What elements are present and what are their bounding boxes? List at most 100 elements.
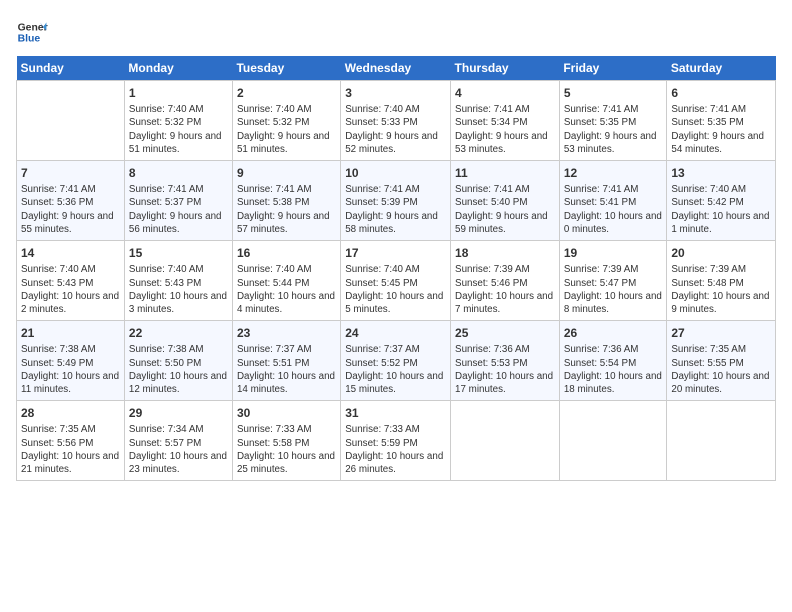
day-info: Sunrise: 7:41 AMSunset: 5:34 PMDaylight:… <box>455 103 555 156</box>
calendar-cell <box>559 401 667 481</box>
logo: General Blue <box>16 16 48 48</box>
calendar-cell: 26 Sunrise: 7:36 AMSunset: 5:54 PMDaylig… <box>559 321 667 401</box>
svg-text:General: General <box>18 22 48 33</box>
calendar-cell: 8 Sunrise: 7:41 AMSunset: 5:37 PMDayligh… <box>124 161 232 241</box>
calendar-cell: 6 Sunrise: 7:41 AMSunset: 5:35 PMDayligh… <box>667 81 776 161</box>
calendar-cell <box>17 81 125 161</box>
day-number: 19 <box>564 245 663 261</box>
calendar-cell: 7 Sunrise: 7:41 AMSunset: 5:36 PMDayligh… <box>17 161 125 241</box>
svg-text:Blue: Blue <box>18 34 41 45</box>
day-info: Sunrise: 7:36 AMSunset: 5:53 PMDaylight:… <box>455 343 555 396</box>
calendar-cell: 17 Sunrise: 7:40 AMSunset: 5:45 PMDaylig… <box>341 241 451 321</box>
day-info: Sunrise: 7:41 AMSunset: 5:35 PMDaylight:… <box>564 103 663 156</box>
col-header-friday: Friday <box>559 56 667 81</box>
calendar-cell: 20 Sunrise: 7:39 AMSunset: 5:48 PMDaylig… <box>667 241 776 321</box>
col-header-thursday: Thursday <box>451 56 560 81</box>
col-header-saturday: Saturday <box>667 56 776 81</box>
day-info: Sunrise: 7:40 AMSunset: 5:42 PMDaylight:… <box>671 183 771 236</box>
week-row-4: 21 Sunrise: 7:38 AMSunset: 5:49 PMDaylig… <box>17 321 776 401</box>
calendar-cell: 12 Sunrise: 7:41 AMSunset: 5:41 PMDaylig… <box>559 161 667 241</box>
day-info: Sunrise: 7:34 AMSunset: 5:57 PMDaylight:… <box>129 423 228 476</box>
day-number: 5 <box>564 85 663 101</box>
day-info: Sunrise: 7:39 AMSunset: 5:46 PMDaylight:… <box>455 263 555 316</box>
day-number: 9 <box>237 165 336 181</box>
day-info: Sunrise: 7:40 AMSunset: 5:43 PMDaylight:… <box>21 263 120 316</box>
calendar-cell: 5 Sunrise: 7:41 AMSunset: 5:35 PMDayligh… <box>559 81 667 161</box>
day-info: Sunrise: 7:38 AMSunset: 5:49 PMDaylight:… <box>21 343 120 396</box>
week-row-3: 14 Sunrise: 7:40 AMSunset: 5:43 PMDaylig… <box>17 241 776 321</box>
day-info: Sunrise: 7:33 AMSunset: 5:59 PMDaylight:… <box>345 423 446 476</box>
calendar-cell: 30 Sunrise: 7:33 AMSunset: 5:58 PMDaylig… <box>232 401 340 481</box>
day-number: 21 <box>21 325 120 341</box>
col-header-tuesday: Tuesday <box>232 56 340 81</box>
week-row-5: 28 Sunrise: 7:35 AMSunset: 5:56 PMDaylig… <box>17 401 776 481</box>
day-info: Sunrise: 7:41 AMSunset: 5:35 PMDaylight:… <box>671 103 771 156</box>
day-number: 14 <box>21 245 120 261</box>
day-info: Sunrise: 7:35 AMSunset: 5:55 PMDaylight:… <box>671 343 771 396</box>
day-number: 22 <box>129 325 228 341</box>
day-number: 31 <box>345 405 446 421</box>
col-header-wednesday: Wednesday <box>341 56 451 81</box>
day-info: Sunrise: 7:40 AMSunset: 5:45 PMDaylight:… <box>345 263 446 316</box>
calendar-cell <box>451 401 560 481</box>
day-number: 30 <box>237 405 336 421</box>
day-number: 27 <box>671 325 771 341</box>
calendar-cell: 3 Sunrise: 7:40 AMSunset: 5:33 PMDayligh… <box>341 81 451 161</box>
calendar-cell: 31 Sunrise: 7:33 AMSunset: 5:59 PMDaylig… <box>341 401 451 481</box>
day-info: Sunrise: 7:41 AMSunset: 5:36 PMDaylight:… <box>21 183 120 236</box>
page-header: General Blue <box>16 16 776 48</box>
day-number: 1 <box>129 85 228 101</box>
day-info: Sunrise: 7:35 AMSunset: 5:56 PMDaylight:… <box>21 423 120 476</box>
day-number: 7 <box>21 165 120 181</box>
day-number: 29 <box>129 405 228 421</box>
day-info: Sunrise: 7:39 AMSunset: 5:47 PMDaylight:… <box>564 263 663 316</box>
day-info: Sunrise: 7:41 AMSunset: 5:38 PMDaylight:… <box>237 183 336 236</box>
day-info: Sunrise: 7:41 AMSunset: 5:37 PMDaylight:… <box>129 183 228 236</box>
week-row-1: 1 Sunrise: 7:40 AMSunset: 5:32 PMDayligh… <box>17 81 776 161</box>
calendar-cell: 10 Sunrise: 7:41 AMSunset: 5:39 PMDaylig… <box>341 161 451 241</box>
logo-icon: General Blue <box>16 16 48 48</box>
calendar-cell: 22 Sunrise: 7:38 AMSunset: 5:50 PMDaylig… <box>124 321 232 401</box>
day-info: Sunrise: 7:40 AMSunset: 5:32 PMDaylight:… <box>129 103 228 156</box>
day-number: 13 <box>671 165 771 181</box>
col-header-sunday: Sunday <box>17 56 125 81</box>
calendar-cell: 4 Sunrise: 7:41 AMSunset: 5:34 PMDayligh… <box>451 81 560 161</box>
day-info: Sunrise: 7:40 AMSunset: 5:33 PMDaylight:… <box>345 103 446 156</box>
calendar-cell: 14 Sunrise: 7:40 AMSunset: 5:43 PMDaylig… <box>17 241 125 321</box>
day-number: 3 <box>345 85 446 101</box>
day-number: 15 <box>129 245 228 261</box>
day-info: Sunrise: 7:37 AMSunset: 5:52 PMDaylight:… <box>345 343 446 396</box>
day-number: 23 <box>237 325 336 341</box>
day-info: Sunrise: 7:41 AMSunset: 5:39 PMDaylight:… <box>345 183 446 236</box>
day-number: 4 <box>455 85 555 101</box>
day-info: Sunrise: 7:37 AMSunset: 5:51 PMDaylight:… <box>237 343 336 396</box>
day-number: 18 <box>455 245 555 261</box>
day-info: Sunrise: 7:33 AMSunset: 5:58 PMDaylight:… <box>237 423 336 476</box>
calendar-cell: 21 Sunrise: 7:38 AMSunset: 5:49 PMDaylig… <box>17 321 125 401</box>
day-number: 6 <box>671 85 771 101</box>
calendar-cell: 16 Sunrise: 7:40 AMSunset: 5:44 PMDaylig… <box>232 241 340 321</box>
day-number: 10 <box>345 165 446 181</box>
calendar-cell: 2 Sunrise: 7:40 AMSunset: 5:32 PMDayligh… <box>232 81 340 161</box>
day-number: 28 <box>21 405 120 421</box>
day-info: Sunrise: 7:41 AMSunset: 5:41 PMDaylight:… <box>564 183 663 236</box>
calendar-cell: 23 Sunrise: 7:37 AMSunset: 5:51 PMDaylig… <box>232 321 340 401</box>
day-info: Sunrise: 7:41 AMSunset: 5:40 PMDaylight:… <box>455 183 555 236</box>
day-number: 20 <box>671 245 771 261</box>
day-number: 16 <box>237 245 336 261</box>
day-number: 17 <box>345 245 446 261</box>
day-number: 24 <box>345 325 446 341</box>
calendar-cell: 11 Sunrise: 7:41 AMSunset: 5:40 PMDaylig… <box>451 161 560 241</box>
day-info: Sunrise: 7:39 AMSunset: 5:48 PMDaylight:… <box>671 263 771 316</box>
day-info: Sunrise: 7:40 AMSunset: 5:32 PMDaylight:… <box>237 103 336 156</box>
calendar-cell: 9 Sunrise: 7:41 AMSunset: 5:38 PMDayligh… <box>232 161 340 241</box>
day-info: Sunrise: 7:40 AMSunset: 5:43 PMDaylight:… <box>129 263 228 316</box>
day-info: Sunrise: 7:40 AMSunset: 5:44 PMDaylight:… <box>237 263 336 316</box>
calendar-cell: 25 Sunrise: 7:36 AMSunset: 5:53 PMDaylig… <box>451 321 560 401</box>
day-info: Sunrise: 7:38 AMSunset: 5:50 PMDaylight:… <box>129 343 228 396</box>
calendar-cell: 28 Sunrise: 7:35 AMSunset: 5:56 PMDaylig… <box>17 401 125 481</box>
calendar-cell: 18 Sunrise: 7:39 AMSunset: 5:46 PMDaylig… <box>451 241 560 321</box>
calendar-cell: 27 Sunrise: 7:35 AMSunset: 5:55 PMDaylig… <box>667 321 776 401</box>
day-number: 25 <box>455 325 555 341</box>
calendar-cell: 29 Sunrise: 7:34 AMSunset: 5:57 PMDaylig… <box>124 401 232 481</box>
